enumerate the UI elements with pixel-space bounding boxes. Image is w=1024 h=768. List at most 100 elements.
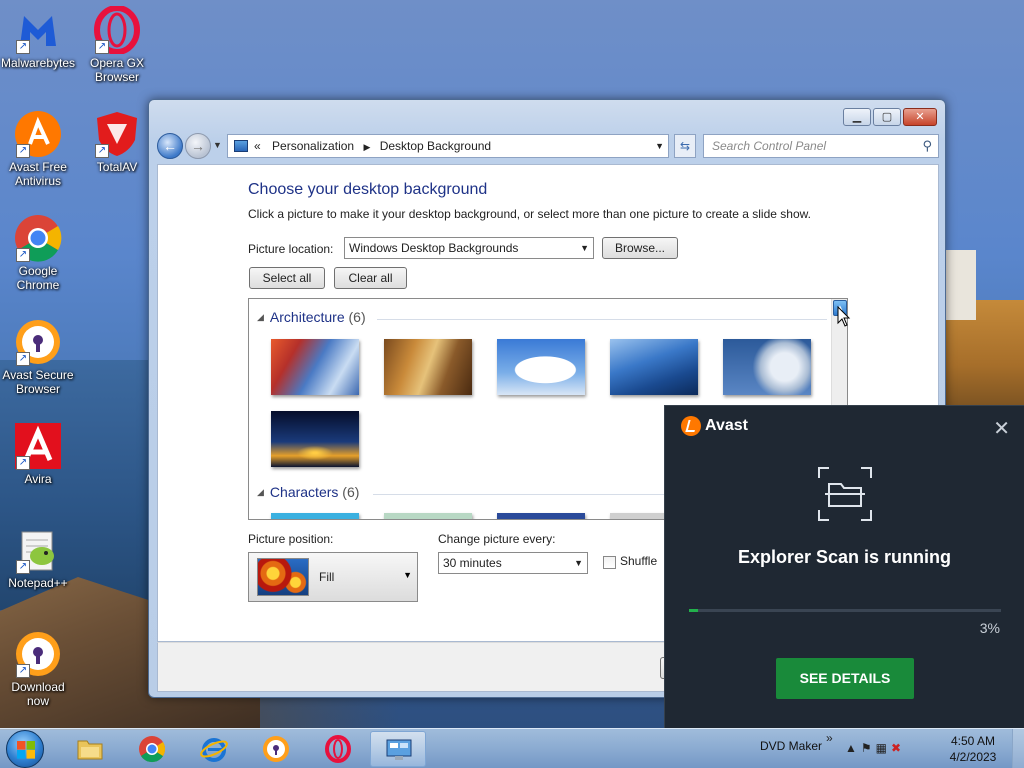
wallpaper-thumbnail[interactable] <box>610 339 698 395</box>
taskbar-avast-secure-browser[interactable] <box>248 731 304 767</box>
folder-scan-icon <box>818 467 872 521</box>
toolbar-chevron-icon[interactable]: » <box>826 731 833 745</box>
forward-button[interactable]: → <box>185 133 211 159</box>
desktop-icon-label: Download now <box>11 680 65 708</box>
wallpaper-thumbnail[interactable] <box>271 339 359 395</box>
start-button[interactable] <box>6 730 44 768</box>
clear-all-button[interactable]: Clear all <box>334 267 407 289</box>
desktop-icon-label: Malwarebytes <box>0 56 76 70</box>
maximize-button[interactable]: ▢ <box>873 108 901 126</box>
address-row: ← → ▼ « Personalization ▶ Desktop Backgr… <box>157 132 939 160</box>
control-panel-icon <box>234 140 248 152</box>
totalav-icon: ↗ <box>93 110 141 158</box>
desktop-icon-download-now[interactable]: ↗ Download now <box>0 630 76 708</box>
taskbar: DVD Maker » ▲⚑▦✖ 4:50 AM 4/2/2023 <box>0 728 1024 768</box>
opera-gx-icon: ↗ <box>93 5 141 55</box>
page-subtitle: Click a picture to make it your desktop … <box>248 207 811 221</box>
desktop-icon-malwarebytes[interactable]: ↗ Malwarebytes <box>0 6 76 70</box>
tray-toolbar-label[interactable]: DVD Maker <box>760 739 822 753</box>
group-header-architecture[interactable]: ◢ Architecture (6) <box>257 309 366 325</box>
change-picture-interval-value: 30 minutes <box>443 556 502 570</box>
collapse-triangle-icon[interactable]: ◢ <box>257 312 264 322</box>
control-panel-icon <box>386 739 412 760</box>
system-clock[interactable]: 4:50 AM 4/2/2023 <box>940 733 1006 765</box>
picture-position-value: Fill <box>319 570 335 584</box>
breadcrumb-prefix: « <box>254 139 261 153</box>
search-input[interactable]: Search Control Panel ⚲ <box>703 134 939 158</box>
avast-secure-browser-icon: ↗ <box>14 318 62 366</box>
desktop-icon-notepad-plus-plus[interactable]: ↗ Notepad++ <box>0 526 76 590</box>
avast-logo: Avast <box>681 416 748 436</box>
opera-icon <box>325 735 351 763</box>
wallpaper-thumbnail[interactable] <box>271 411 359 467</box>
desktop-icon-label: Notepad++ <box>8 576 68 590</box>
group-count: (6) <box>348 309 366 325</box>
collapse-triangle-icon[interactable]: ◢ <box>257 487 264 497</box>
network-icon[interactable]: ▦ <box>876 741 891 755</box>
address-dropdown-icon[interactable]: ▼ <box>655 135 664 157</box>
breadcrumb-separator-icon[interactable]: ▶ <box>363 142 370 152</box>
back-button[interactable]: ← <box>157 133 183 159</box>
action-center-flag-icon[interactable]: ⚑ <box>861 741 876 755</box>
search-icon[interactable]: ⚲ <box>922 135 932 157</box>
lighthouse <box>946 250 976 320</box>
avast-icon: ↗ <box>14 110 62 158</box>
breadcrumb-personalization[interactable]: Personalization <box>272 139 354 153</box>
picture-position-select[interactable]: Fill ▼ <box>248 552 418 602</box>
refresh-button[interactable]: ⇆ <box>674 134 696 158</box>
avast-brand-name: Avast <box>705 417 748 434</box>
windows-logo-icon <box>17 741 35 759</box>
taskbar-chrome[interactable] <box>124 731 180 767</box>
clock-date: 4/2/2023 <box>949 750 997 764</box>
close-icon[interactable]: ✕ <box>993 416 1010 441</box>
taskbar-opera[interactable] <box>310 731 366 767</box>
select-all-button[interactable]: Select all <box>249 267 325 289</box>
forward-arrow-icon: → <box>191 138 205 154</box>
page-title: Choose your desktop background <box>248 181 488 198</box>
desktop-icon-label: Google Chrome <box>16 264 60 292</box>
desktop-icon-label: Avast Free Antivirus <box>9 160 67 188</box>
shuffle-checkbox[interactable] <box>603 556 616 569</box>
desktop-icon-avira[interactable]: ↗ Avira <box>0 422 76 486</box>
change-picture-interval-select[interactable]: 30 minutes ▼ <box>438 552 588 574</box>
wallpaper-thumbnail[interactable] <box>384 513 472 519</box>
scan-progress-track <box>689 609 1001 612</box>
picture-location-select[interactable]: Windows Desktop Backgrounds ▼ <box>344 237 594 259</box>
desktop-icon-label: Avast Secure Browser <box>2 368 74 396</box>
wallpaper-thumbnail[interactable] <box>497 513 585 519</box>
system-tray-icons: ▲⚑▦✖ <box>845 741 905 755</box>
taskbar-explorer[interactable] <box>62 731 118 767</box>
wallpaper-thumbnail[interactable] <box>271 513 359 519</box>
shuffle-label: Shuffle <box>620 554 658 568</box>
browse-button[interactable]: Browse... <box>602 237 678 259</box>
wallpaper-thumbnail[interactable] <box>497 339 585 395</box>
back-arrow-icon: ← <box>163 138 177 154</box>
address-bar[interactable]: « Personalization ▶ Desktop Background ▼ <box>227 134 669 158</box>
window-controls: ▁ ▢ ✕ <box>843 108 937 126</box>
group-header-characters[interactable]: ◢ Characters (6) <box>257 484 359 500</box>
avast-logo-icon <box>681 416 701 436</box>
breadcrumb-desktop-background[interactable]: Desktop Background <box>380 139 491 153</box>
desktop-icon-google-chrome[interactable]: ↗ Google Chrome <box>0 214 76 292</box>
wallpaper-thumbnail[interactable] <box>384 339 472 395</box>
avast-secure-browser-icon: ↗ <box>14 630 62 678</box>
desktop-icon-opera-gx[interactable]: ↗ Opera GX Browser <box>79 5 155 84</box>
taskbar-control-panel[interactable] <box>370 731 426 767</box>
volume-muted-icon[interactable]: ✖ <box>891 741 905 755</box>
see-details-button[interactable]: SEE DETAILS <box>776 658 914 699</box>
show-desktop-button[interactable] <box>1012 729 1024 768</box>
minimize-button[interactable]: ▁ <box>843 108 871 126</box>
avast-secure-browser-icon <box>263 736 289 762</box>
taskbar-internet-explorer[interactable] <box>186 731 242 767</box>
group-name: Architecture <box>269 309 345 325</box>
desktop-icon-totalav[interactable]: ↗ TotalAV <box>79 110 155 174</box>
chrome-icon: ↗ <box>14 214 62 262</box>
close-button[interactable]: ✕ <box>903 108 937 126</box>
group-divider <box>377 319 827 320</box>
show-hidden-icons-icon[interactable]: ▲ <box>845 741 861 755</box>
clock-time: 4:50 AM <box>950 734 996 748</box>
wallpaper-thumbnail[interactable] <box>723 339 811 395</box>
desktop-icon-avast-free-antivirus[interactable]: ↗ Avast Free Antivirus <box>0 110 76 188</box>
desktop-icon-avast-secure-browser[interactable]: ↗ Avast Secure Browser <box>0 318 76 396</box>
recent-pages-dropdown[interactable]: ▼ <box>213 140 222 150</box>
